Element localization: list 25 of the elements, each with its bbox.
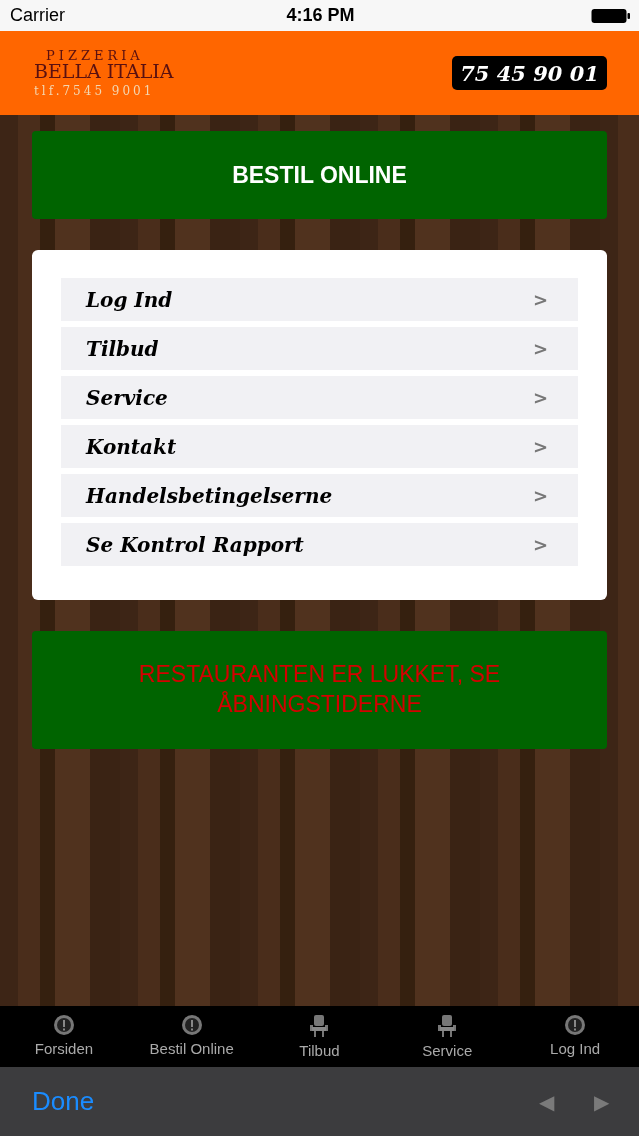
menu-item[interactable]: Tilbud > [61, 327, 578, 370]
menu-item[interactable]: Log Ind > [61, 278, 578, 321]
phone-button[interactable]: 75 45 90 01 [452, 56, 607, 90]
tab-item[interactable]: Service [383, 1006, 512, 1067]
alert-badge-icon [180, 1014, 203, 1036]
logo-tagline: PIZZERIA [46, 49, 144, 62]
tab-item[interactable]: Forsiden [0, 1006, 128, 1067]
carrier-label: Carrier [10, 5, 65, 26]
clock: 4:16 PM [286, 5, 355, 26]
tab-item[interactable]: Log Ind [511, 1006, 639, 1067]
chair-icon [309, 1014, 330, 1038]
tab-item[interactable]: Tilbud [255, 1006, 384, 1067]
battery-icon [591, 7, 631, 24]
alert-badge-icon [52, 1014, 75, 1036]
order-online-button[interactable]: BESTIL ONLINE [32, 131, 607, 219]
menu-item[interactable]: Handelsbetingelserne > [61, 474, 578, 517]
menu-item[interactable]: Service > [61, 376, 578, 419]
chair-icon [437, 1014, 458, 1038]
tab-item[interactable]: Bestil Online [127, 1006, 256, 1067]
menu-item[interactable]: Kontakt > [61, 425, 578, 468]
alert-badge-icon [564, 1014, 587, 1036]
logo-phone: tlf.7545 9001 [34, 85, 155, 97]
menu-item[interactable]: Se Kontrol Rapport > [61, 523, 578, 566]
closed-notice: RESTAURANTEN ER LUKKET, SE ÅBNINGSTIDERNE [32, 631, 607, 749]
logo-name: BELLA ITALIA [34, 62, 174, 81]
